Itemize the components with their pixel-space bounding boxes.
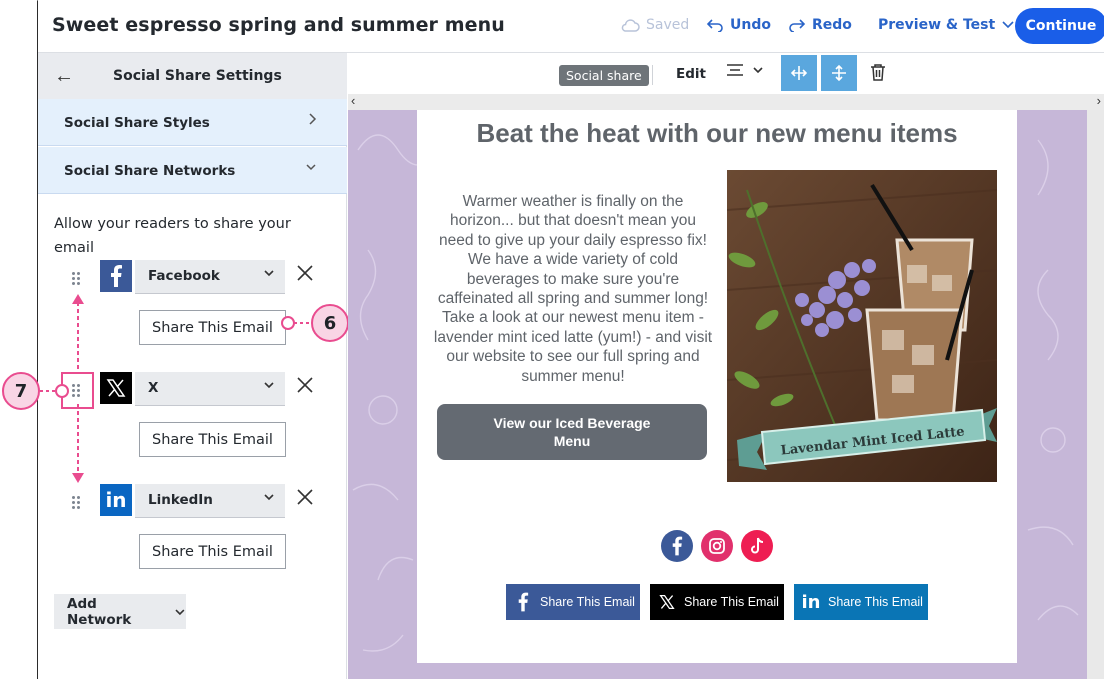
instagram-icon[interactable] [701, 530, 733, 562]
undo-label: Undo [730, 17, 771, 33]
horizontal-scrollbar[interactable]: ‹ › [348, 93, 1104, 110]
email-body: Beat the heat with our new menu items Wa… [417, 110, 1017, 663]
redo-label: Redo [812, 17, 852, 33]
linkedin-icon: in [801, 591, 821, 613]
share-button-label: Share This Email [540, 595, 635, 609]
saved-status: Saved [620, 17, 689, 33]
x-icon [650, 594, 684, 610]
annotation-arrows [40, 294, 310, 483]
callout-6: 6 [311, 304, 349, 342]
iced-latte-photo[interactable]: Lavendar Mint Iced Latte [727, 170, 997, 482]
preview-label: Preview & Test [878, 17, 996, 33]
redo-button[interactable]: Redo [788, 17, 852, 33]
edit-button[interactable]: Edit [676, 66, 706, 82]
callout-7: 7 [2, 372, 40, 410]
toolbar-divider [652, 65, 653, 85]
share-button-label: Share This Email [828, 595, 923, 609]
email-canvas: Beat the heat with our new menu items Wa… [348, 110, 1087, 679]
share-label-linkedin[interactable]: Share This Email [139, 534, 286, 569]
continue-button[interactable]: Continue [1015, 8, 1104, 44]
saved-label: Saved [646, 17, 690, 33]
share-button-label: Share This Email [684, 595, 779, 609]
facebook-icon [506, 592, 540, 612]
vertical-spacing-button[interactable] [821, 55, 857, 91]
email-body-text[interactable]: Warmer weather is finally on the horizon… [433, 192, 713, 386]
preview-test-dropdown[interactable]: Preview & Test [878, 17, 1015, 33]
align-center-icon [727, 64, 763, 76]
cloud-icon [621, 19, 640, 32]
share-linkedin-button[interactable]: in Share This Email [794, 584, 928, 620]
photo-illustration: Lavendar Mint Iced Latte [727, 170, 997, 482]
share-x-button[interactable]: Share This Email [650, 584, 784, 620]
undo-button[interactable]: Undo [706, 17, 771, 33]
facebook-icon[interactable] [661, 530, 693, 562]
tiktok-icon[interactable] [741, 530, 773, 562]
block-type-tag: Social share [559, 65, 649, 86]
horizontal-resize-icon [790, 66, 808, 80]
align-dropdown[interactable] [726, 63, 764, 83]
block-toolbar: Social share Edit [348, 53, 1104, 94]
share-facebook-button[interactable]: Share This Email [506, 584, 640, 620]
full-width-button[interactable] [781, 55, 817, 91]
scroll-right-icon[interactable]: › [1097, 93, 1101, 108]
undo-icon [706, 19, 723, 32]
redo-icon [789, 19, 806, 32]
cta-button[interactable]: View our Iced Beverage Menu [437, 404, 707, 460]
email-headline[interactable]: Beat the heat with our new menu items [417, 118, 1017, 149]
trash-icon [871, 64, 885, 81]
chevron-down-icon [1002, 21, 1014, 29]
vertical-resize-icon [832, 64, 846, 82]
delete-button[interactable] [870, 63, 886, 86]
add-network-label: Add Network [67, 595, 132, 628]
add-network-button[interactable]: Add Network [54, 594, 186, 629]
vertical-scrollbar[interactable] [1087, 110, 1104, 679]
scroll-left-icon[interactable]: ‹ [351, 93, 355, 108]
chevron-down-icon [175, 608, 185, 615]
